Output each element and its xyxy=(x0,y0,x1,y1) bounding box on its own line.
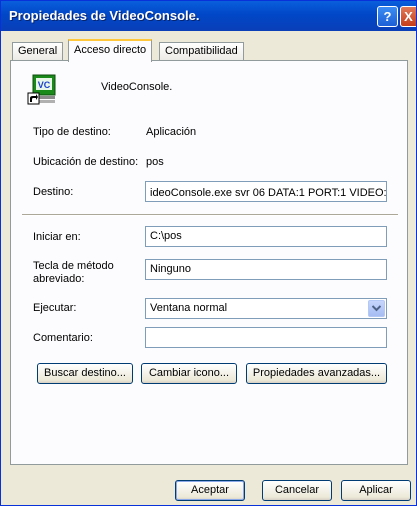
shortcut-name: VideoConsole. xyxy=(101,81,173,93)
hotkey-label-line2: abreviado: xyxy=(33,273,85,285)
run-label: Ejecutar: xyxy=(33,302,77,314)
tab-compatibilidad[interactable]: Compatibilidad xyxy=(159,42,244,60)
tab-acceso-directo[interactable]: Acceso directo xyxy=(68,39,153,62)
app-icon-text: VC xyxy=(38,80,51,90)
start-in-label: Iniciar en: xyxy=(33,231,81,243)
help-button[interactable]: ? xyxy=(377,6,398,27)
find-target-button[interactable]: Buscar destino... xyxy=(37,363,133,384)
advanced-properties-button[interactable]: Propiedades avanzadas... xyxy=(246,363,387,384)
window-title: Propiedades de VideoConsole. xyxy=(9,8,200,23)
target-input[interactable]: ideoConsole.exe svr 06 DATA:1 PORT:1 VID… xyxy=(145,181,387,202)
properties-dialog: Propiedades de VideoConsole. ? X General… xyxy=(0,0,417,506)
chevron-down-icon[interactable] xyxy=(368,300,385,317)
separator xyxy=(22,214,398,216)
target-location-label: Ubicación de destino: xyxy=(33,156,139,168)
hotkey-label-line1: Tecla de método xyxy=(33,260,114,272)
apply-button[interactable]: Aplicar xyxy=(341,480,411,501)
videoconsole-app-icon: VC xyxy=(27,73,57,105)
start-in-input[interactable]: C:\pos xyxy=(145,226,387,247)
hotkey-input[interactable]: Ninguno xyxy=(145,259,387,280)
target-input-text: ideoConsole.exe svr 06 DATA:1 PORT:1 VID… xyxy=(150,187,387,199)
target-label: Destino: xyxy=(33,186,74,198)
change-icon-button[interactable]: Cambiar icono... xyxy=(141,363,237,384)
target-type-label: Tipo de destino: xyxy=(33,126,111,138)
run-select-value: Ventana normal xyxy=(150,302,228,314)
ok-button[interactable]: Aceptar xyxy=(175,480,245,501)
run-select[interactable]: Ventana normal xyxy=(145,298,387,319)
comment-input[interactable] xyxy=(145,327,387,348)
close-button[interactable]: X xyxy=(400,6,416,27)
cancel-button[interactable]: Cancelar xyxy=(262,480,332,501)
title-bar[interactable]: Propiedades de VideoConsole. ? X xyxy=(1,1,416,31)
target-type-value: Aplicación xyxy=(146,126,197,138)
comment-label: Comentario: xyxy=(33,332,93,344)
target-location-value: pos xyxy=(146,156,164,168)
tab-general[interactable]: General xyxy=(12,42,64,60)
